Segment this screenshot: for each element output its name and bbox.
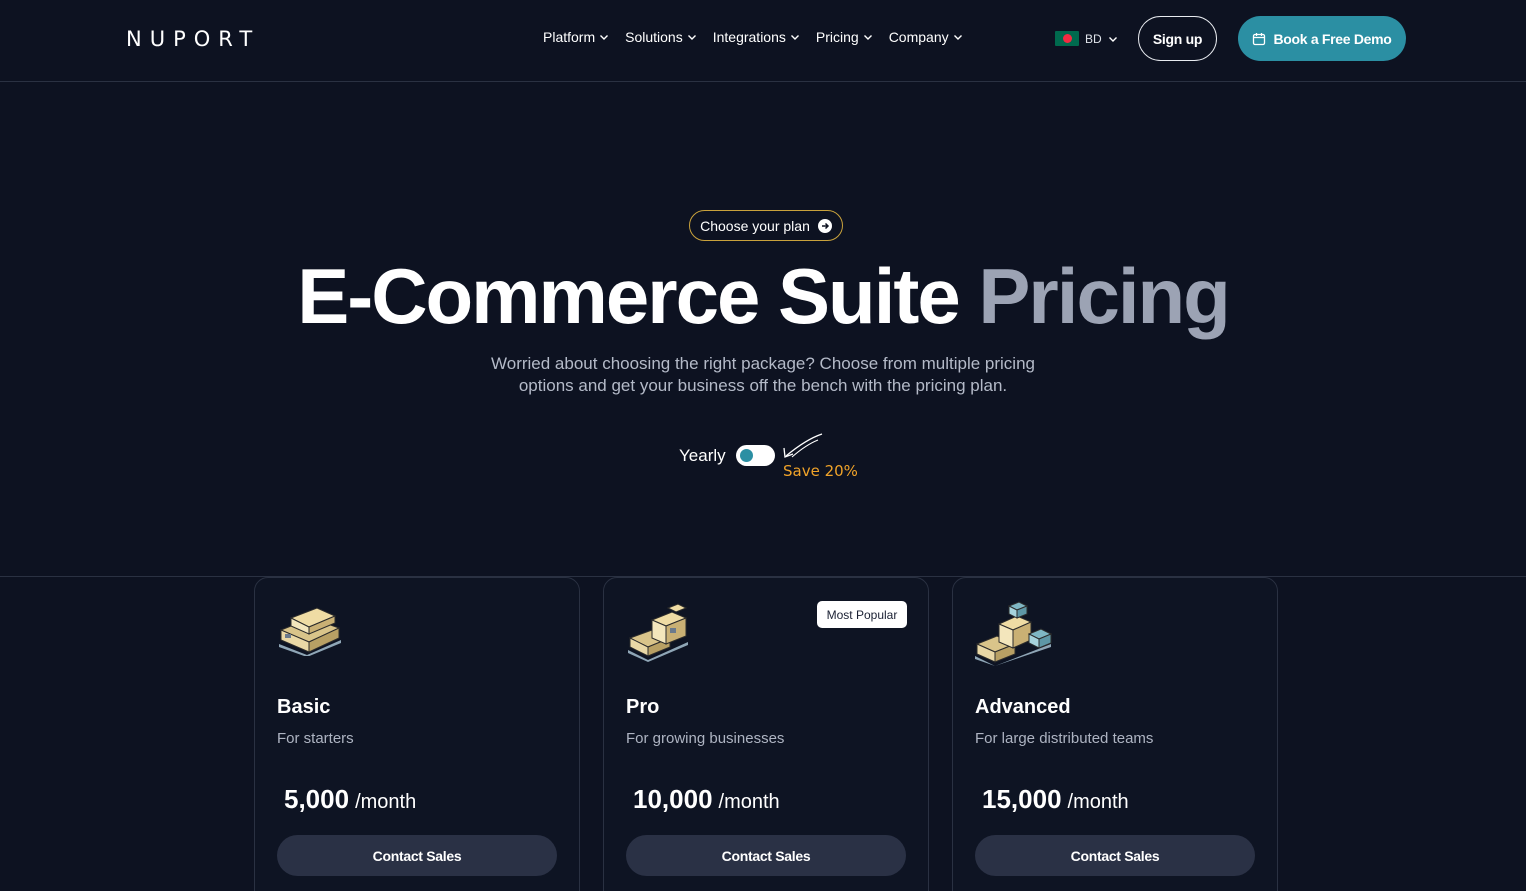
plan-price: 10,000 /month: [633, 784, 780, 815]
plan-name: Pro: [626, 696, 660, 718]
nav-pricing[interactable]: Pricing: [816, 29, 873, 45]
chevron-down-icon: [1108, 36, 1117, 42]
nav-integrations-label: Integrations: [712, 29, 786, 45]
nav-solutions-label: Solutions: [625, 29, 683, 45]
site-header: NUPORT Platform Solutions Integrations P…: [0, 0, 1526, 82]
price-amount: 5,000: [284, 784, 350, 814]
region-selector[interactable]: BD: [1055, 31, 1118, 46]
contact-sales-button[interactable]: Contact Sales: [277, 835, 557, 876]
most-popular-badge: Most Popular: [817, 601, 907, 628]
choose-plan-pill[interactable]: Choose your plan: [689, 210, 843, 241]
nav-company[interactable]: Company: [889, 29, 963, 45]
page-title: E-Commerce Suite Pricing: [0, 250, 1526, 342]
calendar-icon: [1253, 32, 1266, 45]
price-amount: 10,000: [633, 784, 713, 814]
plan-description: For starters: [277, 730, 354, 747]
price-period: /month: [1067, 791, 1129, 813]
title-accent: Pricing: [978, 252, 1230, 340]
nav-solutions[interactable]: Solutions: [625, 29, 697, 45]
nav-company-label: Company: [888, 29, 949, 45]
billing-period-label: Yearly: [679, 445, 726, 465]
hero-subtitle: Worried about choosing the right package…: [463, 353, 1063, 397]
pricing-page: NUPORT Platform Solutions Integrations P…: [0, 0, 1526, 891]
plan-card-advanced: Advanced For large distributed teams 15,…: [952, 577, 1278, 891]
nav-integrations[interactable]: Integrations: [713, 29, 800, 45]
choose-plan-label: Choose your plan: [700, 217, 810, 234]
box-stack-small-icon: [279, 607, 341, 656]
book-demo-label: Book a Free Demo: [1273, 30, 1392, 47]
chevron-down-icon: [863, 35, 872, 40]
arrow-right-icon: [817, 218, 832, 233]
main-nav: Platform Solutions Integrations Pricing …: [543, 29, 963, 45]
curved-arrow-icon: [783, 433, 823, 458]
plan-card-pro: Most Popular Pro For growing businesses …: [603, 577, 929, 891]
chevron-down-icon: [687, 35, 696, 40]
plan-price: 15,000 /month: [982, 784, 1129, 815]
price-period: /month: [718, 791, 780, 813]
plan-card-basic: Basic For starters 5,000 /month Contact …: [254, 577, 580, 891]
box-stack-medium-icon: [628, 603, 688, 662]
toggle-knob: [739, 449, 753, 462]
nav-platform-label: Platform: [543, 29, 596, 45]
nav-platform[interactable]: Platform: [543, 29, 609, 45]
chevron-down-icon: [790, 35, 799, 40]
billing-toggle-group: Yearly: [679, 445, 775, 466]
chevron-down-icon: [600, 35, 609, 40]
price-amount: 15,000: [982, 784, 1062, 814]
nuport-logo[interactable]: NUPORT: [126, 27, 260, 51]
plan-name: Advanced: [975, 696, 1071, 718]
contact-sales-button[interactable]: Contact Sales: [626, 835, 906, 876]
plan-price: 5,000 /month: [284, 784, 416, 815]
box-stack-large-icon: [975, 601, 1053, 666]
region-code: BD: [1085, 31, 1102, 46]
contact-sales-button[interactable]: Contact Sales: [975, 835, 1255, 876]
bangladesh-flag-icon: [1055, 31, 1079, 46]
plan-description: For growing businesses: [626, 730, 785, 747]
save-badge: Save 20%: [783, 462, 858, 480]
book-demo-button[interactable]: Book a Free Demo: [1238, 16, 1406, 61]
plan-description: For large distributed teams: [975, 730, 1154, 747]
billing-toggle[interactable]: [735, 445, 775, 466]
price-period: /month: [355, 791, 417, 813]
subtitle-line-2: options and get your business off the be…: [518, 376, 1008, 395]
plan-name: Basic: [277, 696, 331, 718]
signup-button[interactable]: Sign up: [1138, 16, 1217, 61]
nav-pricing-label: Pricing: [815, 29, 859, 45]
title-main: E-Commerce Suite: [297, 252, 961, 340]
subtitle-line-1: Worried about choosing the right package…: [491, 354, 1035, 373]
chevron-down-icon: [953, 35, 962, 40]
